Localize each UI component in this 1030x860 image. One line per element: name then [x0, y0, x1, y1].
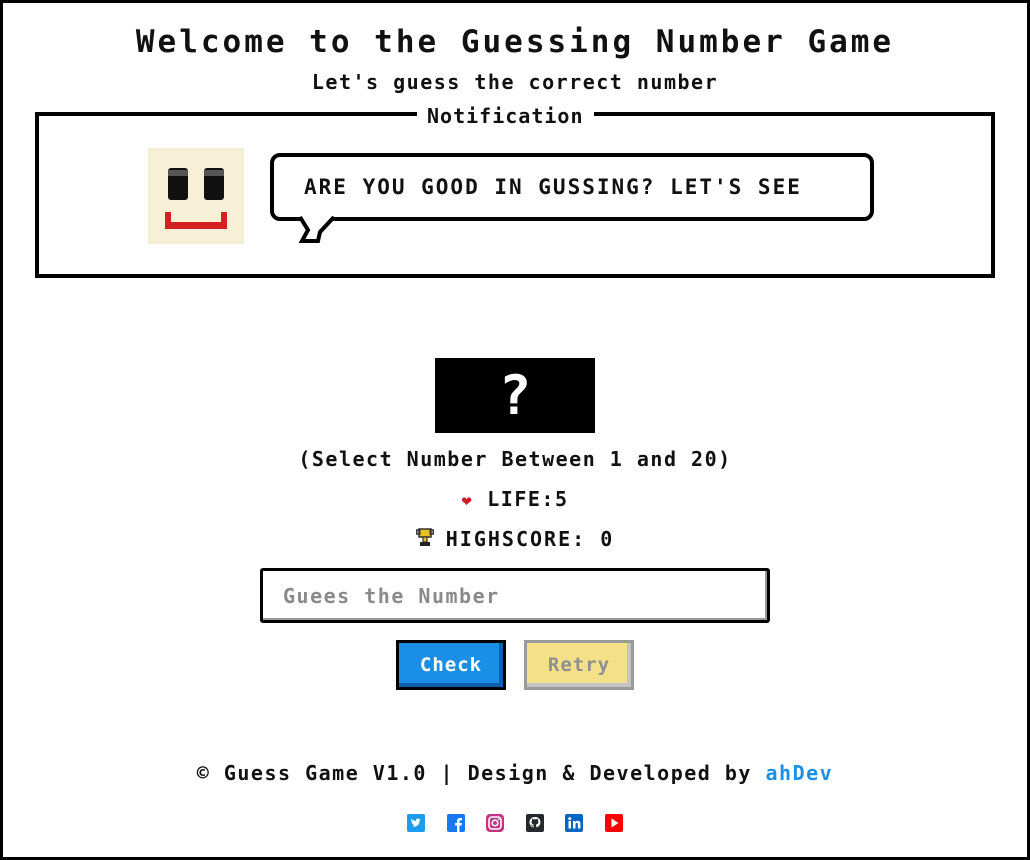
highscore-counter: HIGHSCORE: 0 — [0, 527, 1030, 551]
social-links — [0, 812, 1030, 832]
instagram-icon[interactable] — [486, 813, 505, 832]
linkedin-icon[interactable] — [565, 813, 584, 832]
twitter-icon[interactable] — [406, 813, 425, 832]
range-hint: (Select Number Between 1 and 20) — [298, 447, 732, 471]
highscore-label: HIGHSCORE: 0 — [445, 527, 615, 551]
retry-button[interactable]: Retry — [524, 640, 634, 690]
page-title: Welcome to the Guessing Number Game — [135, 24, 895, 60]
speech-bubble-tail — [298, 216, 336, 243]
notification-message: ARE YOU GOOD IN GUSSING? LET'S SEE — [304, 175, 802, 199]
trophy-icon — [415, 528, 434, 546]
youtube-icon[interactable] — [605, 813, 624, 832]
life-counter: ❤ LIFE:5 — [0, 487, 1030, 511]
author-link[interactable]: ahDev — [766, 761, 834, 785]
speech-bubble: ARE YOU GOOD IN GUSSING? LET'S SEE — [270, 153, 874, 221]
heart-icon: ❤ — [461, 491, 474, 511]
github-icon[interactable] — [525, 813, 544, 832]
footer-credits: © Guess Game V1.0 | Design & Developed b… — [0, 761, 1030, 785]
mystery-number-box: ? — [435, 358, 595, 433]
check-button[interactable]: Check — [396, 640, 506, 690]
smiley-face-icon — [148, 148, 244, 244]
guess-number-input[interactable] — [260, 568, 770, 623]
notification-legend: Notification — [417, 104, 594, 128]
page-subtitle: Let's guess the correct number — [311, 70, 719, 94]
life-label: LIFE:5 — [487, 487, 569, 511]
footer-text: © Guess Game V1.0 | Design & Developed b… — [196, 761, 766, 785]
facebook-icon[interactable] — [446, 813, 465, 832]
